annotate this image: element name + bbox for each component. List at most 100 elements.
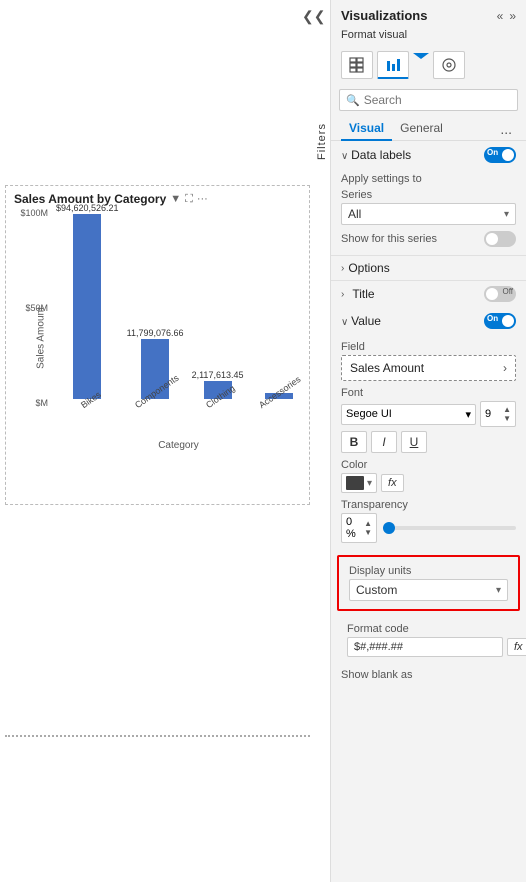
tabs-row: Visual General ... <box>331 117 526 141</box>
active-indicator <box>413 55 429 59</box>
bars-wrapper: $94,620,526.21 Bikes 11,799,076.66 Compo… <box>56 212 301 412</box>
color-chevron-icon: ▾ <box>367 478 372 489</box>
bar-value-clothing: 2,117,613.45 <box>192 370 244 380</box>
value-section-label: ∨ Value <box>341 314 381 328</box>
chevron-left-left-icon[interactable]: « <box>497 9 504 23</box>
y-ticks: $100M $50M $M <box>6 208 48 408</box>
transparency-input[interactable]: 0 % ▲ ▼ <box>341 513 377 543</box>
font-family-value: Segoe UI <box>346 408 392 420</box>
analytics-viz-button[interactable] <box>433 51 465 79</box>
table-icon <box>349 57 365 73</box>
font-size-box[interactable]: 9 ▲ ▼ <box>480 401 516 427</box>
dotted-separator <box>5 735 310 737</box>
value-sub-section: Field Sales Amount › Font Segoe UI ▾ 9 ▲… <box>331 333 526 555</box>
table-viz-button[interactable] <box>341 51 373 79</box>
value-toggle-on-label: On <box>487 314 498 323</box>
tab-general[interactable]: General <box>392 117 451 141</box>
value-section-header[interactable]: ∨ Value On <box>331 307 526 333</box>
toggle-on-label: On <box>487 148 498 157</box>
font-label: Font <box>341 387 516 399</box>
search-box[interactable]: 🔍 <box>339 89 518 111</box>
slider-thumb[interactable] <box>383 522 395 534</box>
bar-chart-icon <box>385 57 401 73</box>
show-for-series-toggle[interactable] <box>484 231 516 247</box>
transparency-stepper[interactable]: ▲ ▼ <box>364 519 372 537</box>
transparency-up-icon[interactable]: ▲ <box>364 519 372 528</box>
bar-group-clothing: 2,117,613.45 Clothing <box>192 370 244 412</box>
font-size-down-icon[interactable]: ▼ <box>503 414 511 423</box>
bar-group-accessories: Accessories <box>251 392 306 412</box>
chart-filter-icon[interactable]: ▼ <box>170 193 181 205</box>
bold-button[interactable]: B <box>341 431 367 453</box>
series-label: Series <box>341 189 516 201</box>
bar-value-components: 11,799,076.66 <box>127 328 184 338</box>
display-units-label: Display units <box>349 565 508 577</box>
field-box-arrow-icon[interactable]: › <box>503 361 507 375</box>
bar-group-bikes: $94,620,526.21 Bikes <box>56 203 119 412</box>
title-toggle[interactable]: Off <box>484 286 516 302</box>
transparency-down-icon[interactable]: ▼ <box>364 528 372 537</box>
format-visual-label: Format visual <box>331 27 526 47</box>
color-fx-button[interactable]: fx <box>381 474 404 492</box>
analytics-icon <box>441 57 457 73</box>
transparency-slider[interactable] <box>383 526 516 530</box>
left-panel: ❮❮ Filters Sales Amount by Category ▼ ⛶ … <box>0 0 330 882</box>
transparency-row: 0 % ▲ ▼ <box>341 513 516 543</box>
title-expand-icon: › <box>341 289 344 300</box>
field-box-text: Sales Amount <box>350 361 424 375</box>
color-label: Color <box>341 459 516 471</box>
search-input[interactable] <box>364 93 511 107</box>
collapse-button[interactable]: ❮❮ <box>302 8 325 25</box>
bar-bikes[interactable] <box>73 214 101 399</box>
chart-expand-icon[interactable]: ⛶ <box>185 193 193 206</box>
underline-button[interactable]: U <box>401 431 427 453</box>
transparency-value: 0 % <box>346 516 362 540</box>
data-labels-section[interactable]: ∨ Data labels On <box>331 141 526 167</box>
font-family-dropdown[interactable]: Segoe UI ▾ <box>341 404 476 425</box>
title-row[interactable]: › Title Off <box>331 280 526 307</box>
viz-header: Visualizations « » <box>331 0 526 27</box>
chart-more-icon[interactable]: ··· <box>197 193 208 205</box>
toggle-off-label: Off <box>502 287 513 296</box>
collapse-arrow: ∨ <box>341 151 351 162</box>
tab-visual[interactable]: Visual <box>341 117 392 141</box>
field-box[interactable]: Sales Amount › <box>341 355 516 381</box>
font-size-up-icon[interactable]: ▲ <box>503 405 511 414</box>
value-toggle[interactable]: On <box>484 313 516 329</box>
apply-settings-section: Apply settings to Series All ▾ Show for … <box>331 167 526 255</box>
transparency-label: Transparency <box>341 499 516 511</box>
series-value: All <box>348 207 361 221</box>
format-code-row: fx <box>347 637 510 657</box>
filters-label: Filters <box>316 60 334 160</box>
series-chevron-icon: ▾ <box>504 209 509 220</box>
display-units-dropdown[interactable]: Custom ▾ <box>349 579 508 601</box>
show-for-series-row: Show for this series <box>341 229 516 249</box>
show-blank-label: Show blank as <box>341 669 413 681</box>
format-code-fx-button[interactable]: fx <box>507 638 526 656</box>
chart-viz-button[interactable] <box>377 51 409 79</box>
options-expand-icon: › <box>341 263 344 274</box>
chevron-right-right-icon[interactable]: » <box>509 9 516 23</box>
tab-more-button[interactable]: ... <box>496 119 516 139</box>
search-icon: 🔍 <box>346 94 360 107</box>
data-labels-label: ∨ Data labels <box>341 148 411 162</box>
display-units-value: Custom <box>356 583 397 597</box>
series-dropdown[interactable]: All ▾ <box>341 203 516 225</box>
options-label: Options <box>348 261 389 275</box>
color-picker[interactable]: ▾ <box>341 473 377 493</box>
display-units-section: Display units Custom ▾ <box>337 555 520 611</box>
y-tick: $100M <box>20 208 48 218</box>
viz-header-icons: « » <box>497 9 516 23</box>
italic-button[interactable]: I <box>371 431 397 453</box>
data-labels-toggle[interactable]: On <box>484 147 516 163</box>
viz-icons-row <box>331 47 526 85</box>
chevron-down-icon <box>413 53 429 59</box>
color-row: ▾ fx <box>341 473 516 493</box>
format-code-input[interactable] <box>347 637 503 657</box>
bar-group-components: 11,799,076.66 Components <box>127 328 184 412</box>
font-row: Segoe UI ▾ 9 ▲ ▼ <box>341 401 516 427</box>
font-size-stepper[interactable]: ▲ ▼ <box>503 405 511 423</box>
options-row[interactable]: › Options <box>331 255 526 280</box>
font-buttons-row: B I U <box>341 431 516 453</box>
show-for-series-label: Show for this series <box>341 233 437 245</box>
